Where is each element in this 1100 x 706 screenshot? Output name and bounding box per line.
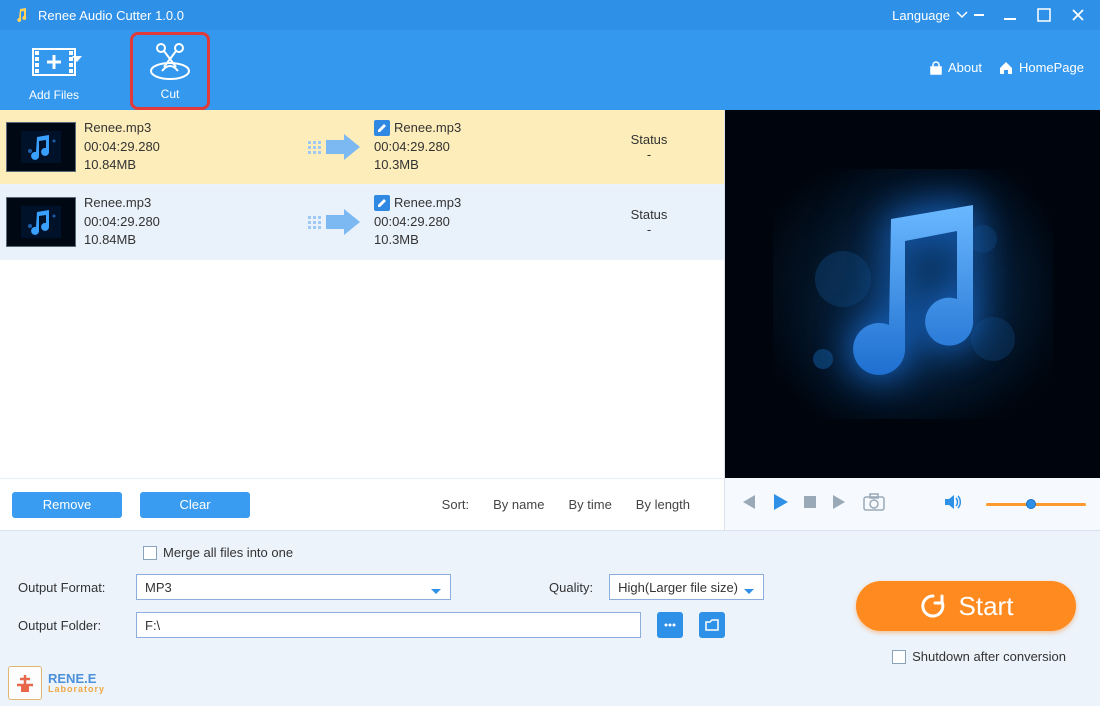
output-format-label: Output Format: <box>18 580 126 595</box>
refresh-icon <box>919 592 947 620</box>
status-cell: Status - <box>574 132 724 162</box>
language-label: Language <box>892 8 950 23</box>
source-filename: Renee.mp3 <box>84 119 294 138</box>
minimize-button[interactable] <box>1002 7 1018 23</box>
dest-filename: Renee.mp3 <box>394 194 461 213</box>
status-label: Status <box>574 207 724 222</box>
start-button[interactable]: Start <box>856 581 1076 631</box>
dest-size: 10.3MB <box>374 231 574 250</box>
lock-icon <box>929 61 943 75</box>
chevron-down-icon <box>956 10 968 20</box>
file-thumbnail <box>6 122 76 172</box>
about-label: About <box>948 60 982 75</box>
sort-by-time[interactable]: By time <box>568 497 611 512</box>
quality-label: Quality: <box>549 580 593 595</box>
status-value: - <box>574 222 724 237</box>
settings-panel: Merge all files into one Output Format: … <box>0 530 1100 706</box>
language-menu[interactable]: Language <box>892 8 984 23</box>
divider-icon <box>974 14 984 16</box>
dest-info: Renee.mp3 00:04:29.280 10.3MB <box>374 194 574 251</box>
snapshot-button[interactable] <box>863 493 885 516</box>
cut-button[interactable]: Cut <box>130 32 210 110</box>
browse-button[interactable] <box>657 612 683 638</box>
preview-controls <box>725 478 1100 530</box>
file-panel: Renee.mp3 00:04:29.280 10.84MB Renee.mp3… <box>0 110 725 530</box>
merge-label: Merge all files into one <box>163 545 293 560</box>
quality-select[interactable]: High(Larger file size) <box>609 574 764 600</box>
dropdown-caret-icon[interactable] <box>72 56 82 64</box>
edit-icon[interactable] <box>374 195 390 211</box>
maximize-button[interactable] <box>1036 7 1052 23</box>
sort-group: Sort: By name By time By length <box>442 497 712 512</box>
cut-icon <box>147 39 193 83</box>
shutdown-label: Shutdown after conversion <box>912 649 1066 664</box>
start-label: Start <box>959 591 1014 622</box>
edit-icon[interactable] <box>374 120 390 136</box>
home-icon <box>998 61 1014 75</box>
file-thumbnail <box>6 197 76 247</box>
close-button[interactable] <box>1070 7 1086 23</box>
output-folder-input[interactable]: F:\ <box>136 612 641 638</box>
merge-checkbox[interactable] <box>143 546 157 560</box>
brand-badge-icon <box>8 666 42 700</box>
quality-value: High(Larger file size) <box>618 580 738 595</box>
source-info: Renee.mp3 00:04:29.280 10.84MB <box>84 194 294 251</box>
source-size: 10.84MB <box>84 231 294 250</box>
add-files-label: Add Files <box>29 88 79 102</box>
source-size: 10.84MB <box>84 156 294 175</box>
remove-button[interactable]: Remove <box>12 492 122 518</box>
add-files-button[interactable]: Add Files <box>14 34 94 102</box>
homepage-link[interactable]: HomePage <box>998 60 1084 75</box>
volume-icon[interactable] <box>944 494 962 515</box>
dest-filename: Renee.mp3 <box>394 119 461 138</box>
output-format-select[interactable]: MP3 <box>136 574 451 600</box>
brand-sub: Laboratory <box>48 685 105 694</box>
sort-by-length[interactable]: By length <box>636 497 690 512</box>
list-actions: Remove Clear Sort: By name By time By le… <box>0 478 724 530</box>
source-filename: Renee.mp3 <box>84 194 294 213</box>
dest-duration: 00:04:29.280 <box>374 138 574 157</box>
dest-duration: 00:04:29.280 <box>374 213 574 232</box>
volume-slider[interactable] <box>986 503 1086 506</box>
source-duration: 00:04:29.280 <box>84 213 294 232</box>
arrow-icon <box>294 207 374 237</box>
output-folder-value: F:\ <box>145 618 160 633</box>
brand-logo: RENE.ELaboratory <box>8 666 105 700</box>
arrow-icon <box>294 132 374 162</box>
cut-label: Cut <box>161 87 180 101</box>
toolbar: Add Files Cut About HomePage <box>0 30 1100 110</box>
chevron-down-icon <box>743 584 755 599</box>
preview-video <box>725 110 1100 478</box>
sort-by-name[interactable]: By name <box>493 497 544 512</box>
clear-button[interactable]: Clear <box>140 492 250 518</box>
source-duration: 00:04:29.280 <box>84 138 294 157</box>
status-cell: Status - <box>574 207 724 237</box>
output-folder-label: Output Folder: <box>18 618 126 633</box>
open-folder-button[interactable] <box>699 612 725 638</box>
output-format-value: MP3 <box>145 580 172 595</box>
status-label: Status <box>574 132 724 147</box>
chevron-down-icon <box>430 584 442 599</box>
main-area: Renee.mp3 00:04:29.280 10.84MB Renee.mp3… <box>0 110 1100 530</box>
file-row[interactable]: Renee.mp3 00:04:29.280 10.84MB Renee.mp3… <box>0 110 724 185</box>
stop-button[interactable] <box>803 495 817 514</box>
filmstrip-icon <box>32 40 76 84</box>
source-info: Renee.mp3 00:04:29.280 10.84MB <box>84 119 294 176</box>
prev-button[interactable] <box>739 494 757 515</box>
play-button[interactable] <box>771 493 789 516</box>
homepage-label: HomePage <box>1019 60 1084 75</box>
shutdown-checkbox[interactable] <box>892 650 906 664</box>
about-link[interactable]: About <box>929 60 982 75</box>
status-value: - <box>574 147 724 162</box>
sort-label: Sort: <box>442 497 469 512</box>
file-list: Renee.mp3 00:04:29.280 10.84MB Renee.mp3… <box>0 110 724 478</box>
titlebar: Renee Audio Cutter 1.0.0 Language <box>0 0 1100 30</box>
file-row[interactable]: Renee.mp3 00:04:29.280 10.84MB Renee.mp3… <box>0 185 724 260</box>
dest-info: Renee.mp3 00:04:29.280 10.3MB <box>374 119 574 176</box>
app-logo-icon <box>14 7 30 23</box>
dest-size: 10.3MB <box>374 156 574 175</box>
next-button[interactable] <box>831 494 849 515</box>
app-title: Renee Audio Cutter 1.0.0 <box>38 8 184 23</box>
preview-panel <box>725 110 1100 530</box>
